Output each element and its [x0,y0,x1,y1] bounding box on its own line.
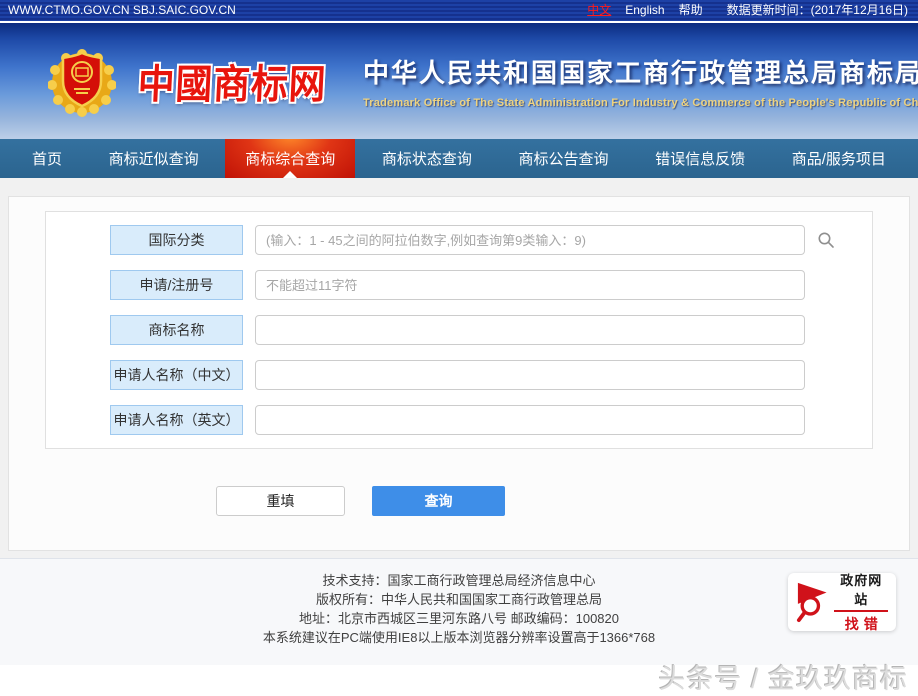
badge-gov-site-label: 政府网站 [834,570,888,612]
nav-tab-status-search[interactable]: 商标状态查询 [362,139,492,178]
nav-tab-comprehensive-search[interactable]: 商标综合查询 [225,139,355,178]
form-row-trademark-name: 商标名称 [110,315,872,345]
top-utility-bar: WWW.CTMO.GOV.CN SBJ.SAIC.GOV.CN 中文 Engli… [0,0,918,23]
form-row-applicant-name-en: 申请人名称（英文） [110,405,872,435]
lang-switch-chinese[interactable]: 中文 [587,1,611,18]
form-row-applicant-name-cn: 申请人名称（中文） [110,360,872,390]
page-footer: 技术支持：国家工商行政管理总局经济信息中心 版权所有：中华人民共和国国家工商行政… [0,558,918,665]
intl-class-label: 国际分类 [110,225,243,255]
intl-class-input[interactable] [255,225,805,255]
form-actions: 重填 查询 [216,486,873,516]
site-brand-calligraphy: 中國商标网 [137,52,328,110]
nav-tab-goods-services[interactable]: 商品/服务项目 [772,139,906,178]
site-header: 中國商标网 中华人民共和国国家工商行政管理总局商标局 Trademark Off… [0,23,918,139]
application-number-label: 申请/注册号 [110,270,243,300]
applicant-name-en-label: 申请人名称（英文） [110,405,243,435]
applicant-name-cn-input[interactable] [255,360,805,390]
applicant-name-en-input[interactable] [255,405,805,435]
footer-copyright: 版权所有：中华人民共和国国家工商行政管理总局 [0,590,918,609]
trademark-name-label: 商标名称 [110,315,243,345]
site-title: 中华人民共和国国家工商行政管理总局商标局 [363,53,918,90]
search-panel: 国际分类 申请/注册号 商标名称 申请人名称（中文） [8,196,910,551]
nav-tab-similar-search[interactable]: 商标近似查询 [89,139,219,178]
gov-site-error-report-badge[interactable]: 政府网站 找错 [788,573,896,631]
applicant-name-cn-label: 申请人名称（中文） [110,360,243,390]
error-finder-magnifier-icon [796,580,828,624]
reset-button[interactable]: 重填 [216,486,345,516]
footer-tech-support: 技术支持：国家工商行政管理总局经济信息中心 [0,571,918,590]
site-subtitle-english: Trademark Office of The State Administra… [363,97,918,109]
nav-tab-gazette-search[interactable]: 商标公告查询 [499,139,629,178]
badge-find-error-label: 找错 [834,614,888,634]
watermark-text: 头条号 / 金玖玖商标 [658,657,908,696]
main-content: 国际分类 申请/注册号 商标名称 申请人名称（中文） [0,178,918,558]
nav-tab-home[interactable]: 首页 [12,139,82,178]
gov-emblem-logo [48,45,116,117]
trademark-name-input[interactable] [255,315,805,345]
lang-switch-english[interactable]: English [625,3,664,17]
main-navigation: 首页 商标近似查询 商标综合查询 商标状态查询 商标公告查询 错误信息反馈 商品… [0,139,918,178]
search-icon[interactable] [817,231,835,249]
application-number-input[interactable] [255,270,805,300]
footer-browser-advice: 本系统建议在PC端使用IE8以上版本浏览器分辨率设置高于1366*768 [0,628,918,647]
bottom-strip: 头条号 / 金玖玖商标 [0,665,918,692]
nav-tab-error-feedback[interactable]: 错误信息反馈 [635,139,765,178]
search-form: 国际分类 申请/注册号 商标名称 申请人名称（中文） [45,211,873,449]
data-update-time: 数据更新时间：(2017年12月16日) [727,1,908,18]
footer-address: 地址：北京市西城区三里河东路八号 邮政编码：100820 [0,609,918,628]
help-link[interactable]: 帮助 [679,1,703,18]
site-urls: WWW.CTMO.GOV.CN SBJ.SAIC.GOV.CN [8,3,236,17]
form-row-application-number: 申请/注册号 [110,270,872,300]
query-button[interactable]: 查询 [372,486,505,516]
form-row-intl-class: 国际分类 [110,225,872,255]
